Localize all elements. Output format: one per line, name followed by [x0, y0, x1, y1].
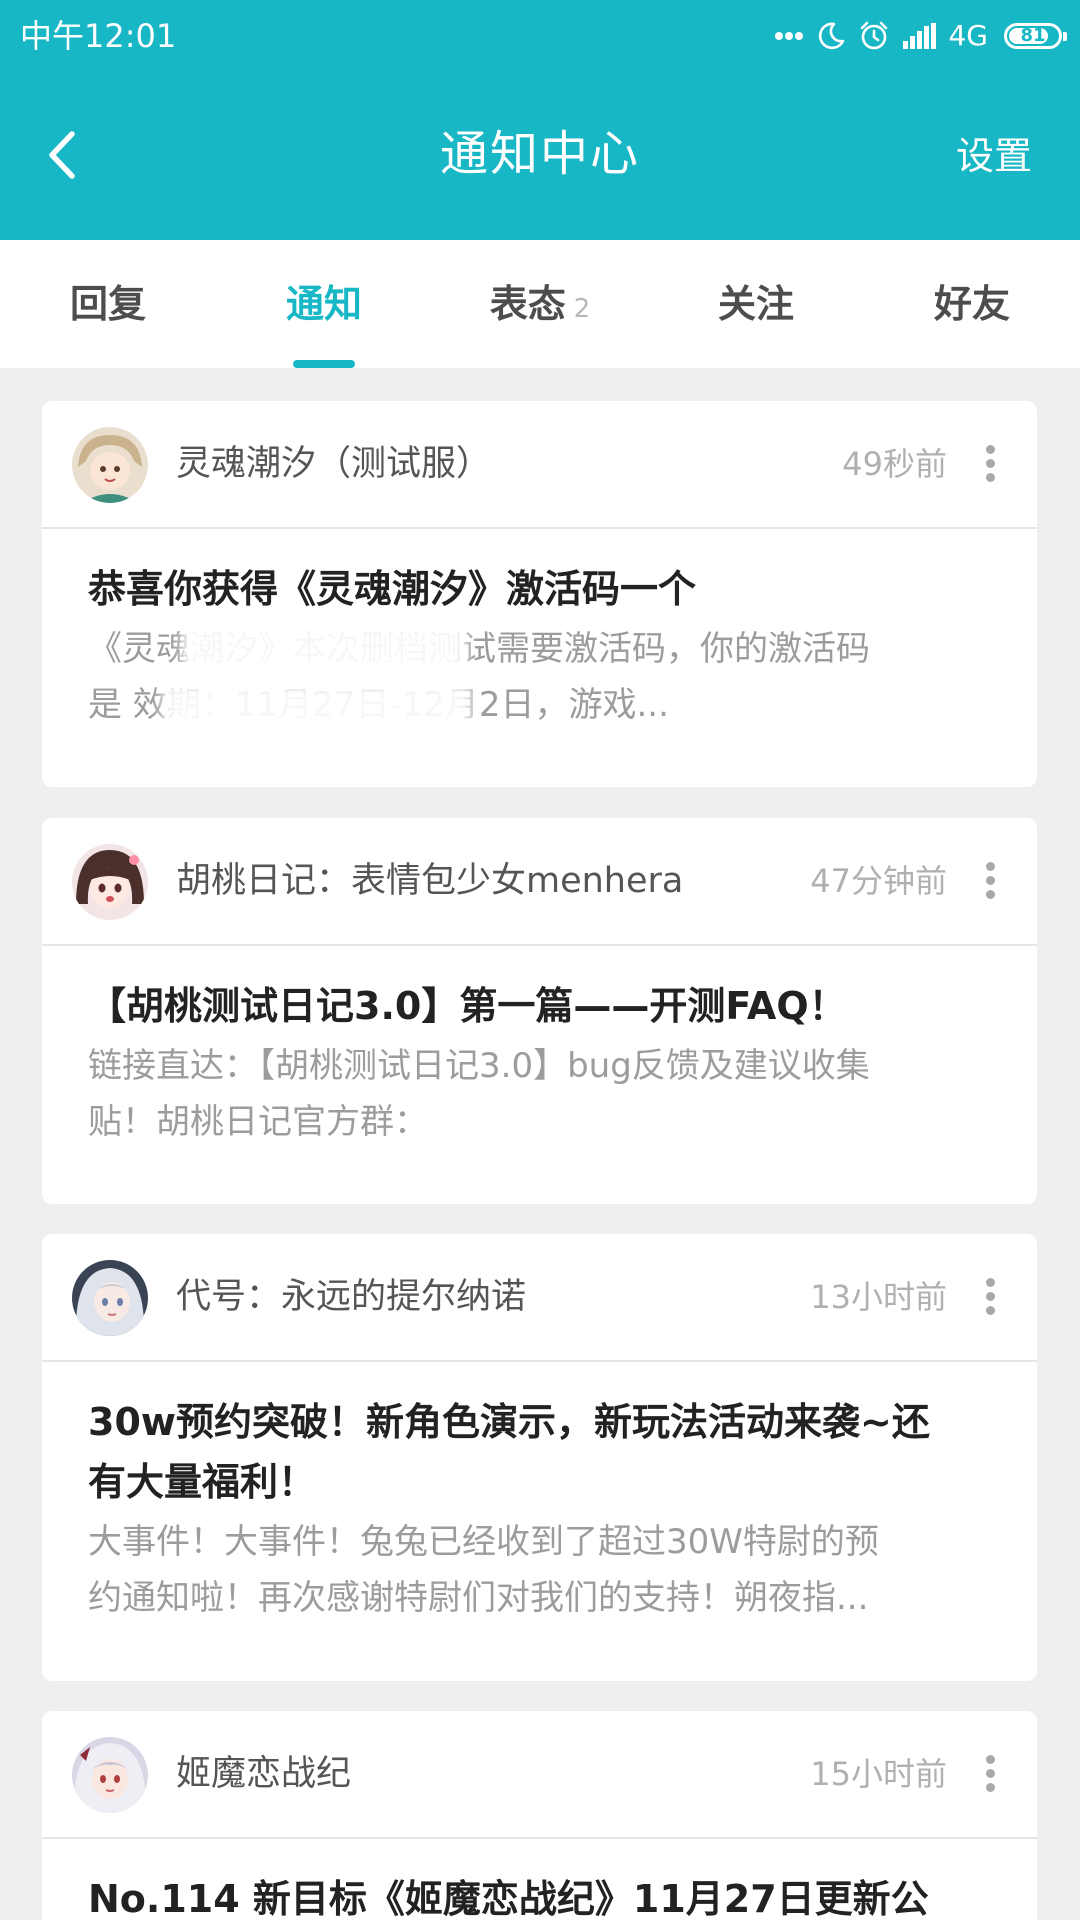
- tab-label: 好友: [933, 282, 1010, 326]
- card-header: 灵魂潮汐（测试服） 49秒前: [42, 401, 1037, 529]
- card-body: 30w预约突破！新角色演示，新玩法活动来袭~还 有大量福利！ 大事件！大事件！兔…: [42, 1362, 1037, 1626]
- tab-label: 关注: [717, 282, 794, 326]
- avatar[interactable]: [72, 427, 148, 503]
- moon-icon: [819, 22, 845, 50]
- title-line: 30w预约突破！新角色演示，新玩法活动来袭~还: [88, 1400, 930, 1444]
- battery-level: 81: [1020, 25, 1046, 46]
- author-name[interactable]: 胡桃日记：表情包少女menhera: [176, 818, 683, 944]
- card-body: 【胡桃测试日记3.0】第一篇——开测FAQ！ 链接直达：【胡桃测试日记3.0】b…: [42, 946, 1037, 1150]
- more-options-button[interactable]: [983, 1278, 997, 1318]
- page-title: 通知中心: [439, 126, 640, 182]
- alarm-icon: [861, 21, 888, 50]
- summary-line: 大事件！大事件！兔兔已经收到了超过30W特尉的预: [88, 1522, 879, 1562]
- card-timestamp: 13小时前: [810, 1278, 947, 1316]
- more-options-button[interactable]: [983, 1755, 997, 1795]
- tab-replies[interactable]: 回复: [0, 240, 216, 368]
- tab-label: 回复: [69, 282, 146, 326]
- title-line: 有大量福利！: [88, 1460, 317, 1504]
- card-header: 代号：永远的提尔纳诺 13小时前: [42, 1234, 1037, 1362]
- network-type: 4G: [948, 19, 988, 52]
- avatar[interactable]: [72, 1260, 148, 1336]
- tab-friends[interactable]: 好友: [864, 240, 1080, 368]
- tab-reactions[interactable]: 表态 2: [432, 240, 648, 368]
- notification-card[interactable]: 灵魂潮汐（测试服） 49秒前 恭喜你获得《灵魂潮汐》激活码一个 《灵魂潮汐》本次…: [42, 401, 1037, 787]
- tab-label: 表态: [489, 282, 566, 326]
- signal-icon: [903, 23, 937, 49]
- card-header: 胡桃日记：表情包少女menhera 47分钟前: [42, 818, 1037, 946]
- card-header: 姬魔恋战纪 15小时前: [42, 1711, 1037, 1839]
- redaction-blur: [182, 623, 467, 679]
- active-tab-indicator: [293, 360, 355, 368]
- card-timestamp: 47分钟前: [810, 862, 947, 900]
- status-icons: 4G 81: [774, 14, 1067, 58]
- tab-label: 通知: [285, 282, 362, 326]
- card-title: 【胡桃测试日记3.0】第一篇——开测FAQ！: [88, 984, 847, 1028]
- battery-tip: [1063, 32, 1067, 41]
- card-title: No.114 新目标《姬魔恋战纪》11月27日更新公: [88, 1877, 929, 1920]
- redaction-blur: [162, 683, 472, 739]
- author-name[interactable]: 代号：永远的提尔纳诺: [176, 1234, 526, 1360]
- more-vertical-icon: [983, 1278, 997, 1315]
- card-title: 30w预约突破！新角色演示，新玩法活动来袭~还 有大量福利！: [88, 1392, 995, 1512]
- more-dots-icon: [775, 32, 804, 40]
- app-header: 中午12:01 4G 81 通知中心 设置: [0, 0, 1080, 240]
- notification-card[interactable]: 胡桃日记：表情包少女menhera 47分钟前 【胡桃测试日记3.0】第一篇——…: [42, 818, 1037, 1204]
- notification-card[interactable]: 代号：永远的提尔纳诺 13小时前 30w预约突破！新角色演示，新玩法活动来袭~还…: [42, 1234, 1037, 1681]
- author-name[interactable]: 姬魔恋战纪: [176, 1711, 351, 1837]
- status-time: 中午12:01: [20, 17, 177, 55]
- more-vertical-icon: [983, 1755, 997, 1792]
- avatar[interactable]: [72, 1737, 148, 1813]
- summary-line: 约通知啦！再次感谢特尉们对我们的支持！朔夜指...: [88, 1578, 869, 1618]
- summary-line: 贴！胡桃日记官方群：: [88, 1102, 428, 1142]
- more-options-button[interactable]: [983, 445, 997, 485]
- tab-following[interactable]: 关注: [648, 240, 864, 368]
- tab-badge-count: 2: [573, 294, 591, 324]
- settings-button[interactable]: 设置: [956, 126, 1032, 186]
- summary-line: 链接直达：【胡桃测试日记3.0】bug反馈及建议收集: [88, 1046, 870, 1086]
- more-options-button[interactable]: [983, 862, 997, 902]
- tab-bar: 回复 通知 表态 2 关注 好友: [0, 240, 1080, 368]
- battery-icon: 81: [1004, 23, 1067, 49]
- card-timestamp: 49秒前: [842, 445, 947, 483]
- card-title: 恭喜你获得《灵魂潮汐》激活码一个: [88, 567, 697, 611]
- avatar[interactable]: [72, 844, 148, 920]
- notification-center-screen: 中午12:01 4G 81 通知中心 设置 回复 通知 表态 2 关注 好友 灵…: [0, 0, 1080, 1920]
- more-vertical-icon: [983, 862, 997, 899]
- more-vertical-icon: [983, 445, 997, 482]
- card-summary: 链接直达：【胡桃测试日记3.0】bug反馈及建议收集 贴！胡桃日记官方群：: [88, 1038, 995, 1150]
- notification-card[interactable]: 姬魔恋战纪 15小时前 No.114 新目标《姬魔恋战纪》11月27日更新公: [42, 1711, 1037, 1920]
- tab-notifications[interactable]: 通知: [216, 240, 432, 368]
- card-body: No.114 新目标《姬魔恋战纪》11月27日更新公: [42, 1839, 1037, 1920]
- card-summary: 大事件！大事件！兔兔已经收到了超过30W特尉的预 约通知啦！再次感谢特尉们对我们…: [88, 1514, 995, 1626]
- author-name[interactable]: 灵魂潮汐（测试服）: [176, 401, 491, 527]
- card-timestamp: 15小时前: [810, 1755, 947, 1793]
